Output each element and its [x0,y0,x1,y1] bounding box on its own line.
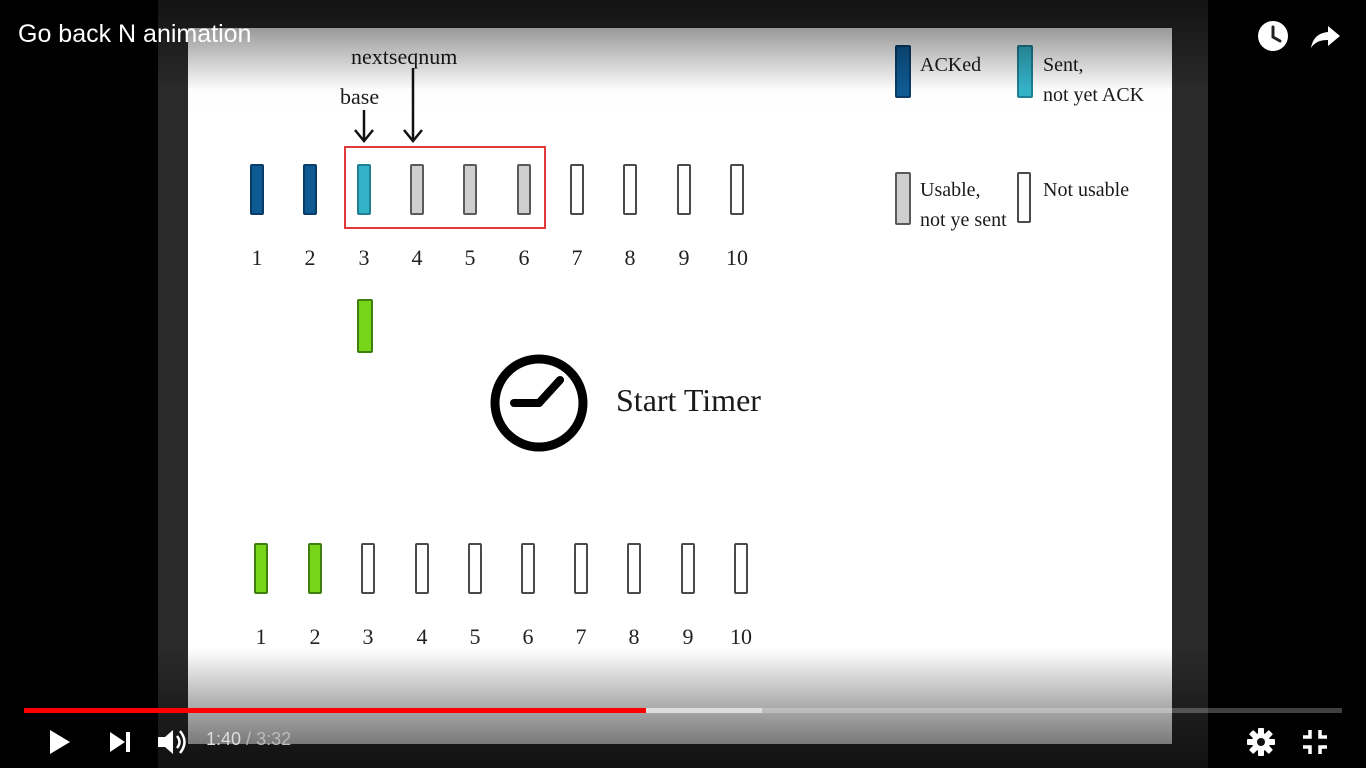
sender-seq-number: 10 [726,245,748,270]
sender-packet-7 [570,164,584,215]
receiver-seq-number: 9 [682,624,694,649]
sender-seq-number: 5 [464,245,476,270]
receiver-seq-number: 1 [255,624,267,649]
receiver-seq-number: 3 [362,624,374,649]
progress-played [24,708,647,713]
legend-acked-label: ACKed [920,54,982,76]
receiver-packet-10 [734,543,748,594]
next-icon[interactable] [100,722,140,762]
volume-icon[interactable] [152,722,192,762]
exit-fullscreen-icon[interactable] [1295,722,1335,762]
receiver-packet-9 [681,543,695,594]
receiver-packet-8 [627,543,641,594]
receiver-seq-number: 2 [309,624,321,649]
sender-packet-10 [730,164,744,215]
gear-icon[interactable] [1241,722,1281,762]
sender-packet-2 [303,164,317,215]
sender-packet-9 [677,164,691,215]
sender-seq-number: 4 [411,245,423,270]
receiver-packet-2 [308,543,322,594]
receiver-packet-1 [254,543,268,594]
clock-icon[interactable] [1255,18,1291,54]
receiver-seq-number: 8 [628,624,640,649]
sender-seq-number: 6 [518,245,530,270]
send-window [344,146,546,229]
current-time: 1:40 [206,729,242,749]
pointer-arrows [354,68,423,143]
receiver-seq-number: 5 [469,624,481,649]
legend-sent-swatch [1017,45,1033,98]
in-transit-packet [357,299,373,353]
sender-seq-number: 2 [304,245,316,270]
receiver-packet-5 [468,543,482,594]
sender-packet-5 [463,164,477,215]
video-title[interactable]: Go back N animation [18,20,251,49]
receiver-seq-number: 7 [575,624,587,649]
legend-not-usable-label: Not usable [1043,179,1130,201]
play-icon[interactable] [38,722,78,762]
sender-packet-6 [517,164,531,215]
receiver-seq-number: 10 [730,624,752,649]
legend-usable-label-1: Usable, [920,179,981,201]
sender-seq-number: 1 [251,245,263,270]
legend-usable-swatch [895,172,911,225]
sender-packet-1 [250,164,264,215]
receiver-packet-7 [574,543,588,594]
legend-usable-label-2: not ye sent [920,209,1007,231]
legend-acked-swatch [895,45,911,98]
legend-sent-label-2: not yet ACK [1043,84,1145,106]
legend-sent-label-1: Sent, [1043,54,1084,76]
start-timer-label: Start Timer [616,382,761,418]
receiver-packet-4 [415,543,429,594]
progress-bar[interactable] [24,708,1342,713]
sender-seq-number: 8 [624,245,636,270]
receiver-packet-3 [361,543,375,594]
sender-seq-number: 7 [571,245,583,270]
time-display: 1:40 / 3:32 [206,729,291,750]
receiver-seq-number: 6 [522,624,534,649]
receiver-packet-6 [521,543,535,594]
time-separator: / [241,729,257,749]
sender-packet-3 [357,164,371,215]
sender-packet-4 [410,164,424,215]
timer-clock-icon [490,354,588,452]
legend-not-usable-swatch [1017,172,1031,223]
share-icon[interactable] [1308,18,1344,54]
sender-seq-number: 3 [358,245,370,270]
receiver-seq-number: 4 [416,624,428,649]
sender-packet-8 [623,164,637,215]
duration: 3:32 [256,729,292,749]
sender-seq-number: 9 [678,245,690,270]
